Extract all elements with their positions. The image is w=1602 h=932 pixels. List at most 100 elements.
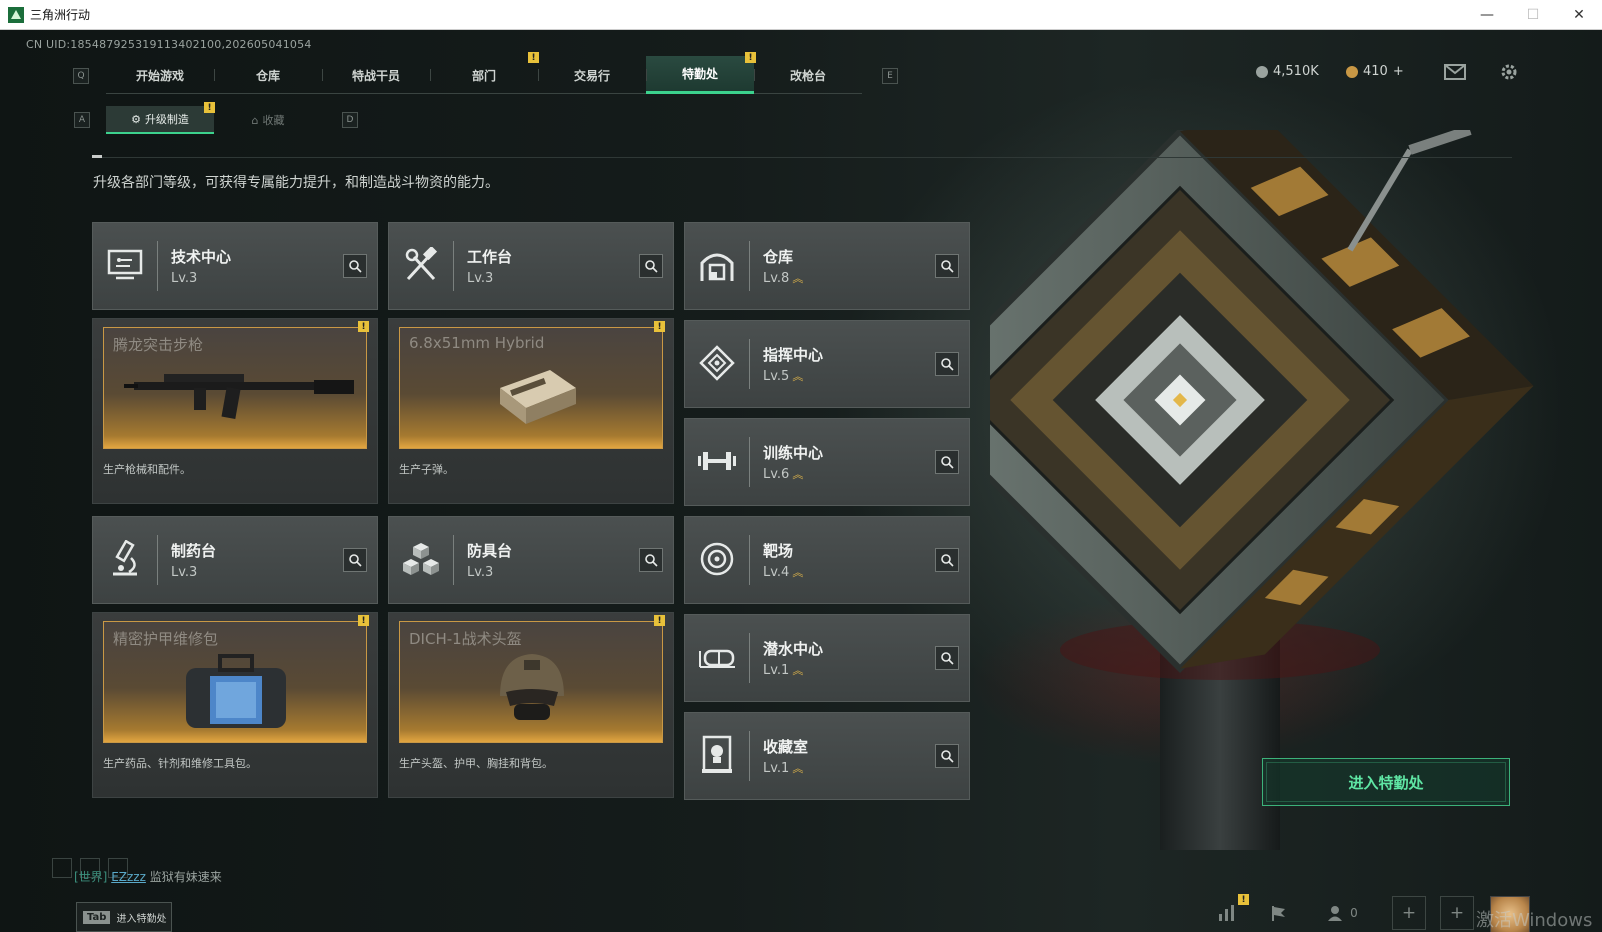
product-card-armor-bench[interactable]: DICH-1战术头盔 ! 生产头盔、护甲、胸挂和背包。 <box>388 612 674 798</box>
player-uid: CN UID:1854879253191134021​00,2026050410… <box>26 38 312 51</box>
tab-hint-button[interactable]: Tab 进入特勤处 <box>76 902 172 932</box>
warehouse-icon <box>697 245 737 285</box>
facility-card-tech-center[interactable]: 技术中心 Lv.3 <box>92 222 378 310</box>
product-art-rifle: 腾龙突击步枪 <box>103 327 367 449</box>
add-slot-1-icon[interactable]: + <box>1392 896 1426 930</box>
tickets-value: 410 <box>1363 64 1388 79</box>
facility-level: Lv.3 <box>171 271 197 286</box>
subtab-collection[interactable]: ⌂ 收藏 <box>214 106 322 134</box>
nav-prev-key: Q <box>73 68 89 84</box>
facility-card-shooting-range[interactable]: 靶场 Lv.4 ︽ <box>684 516 970 604</box>
facility-card-command-center[interactable]: 指挥中心 Lv.5 ︽ <box>684 320 970 408</box>
facility-level: Lv.3 <box>467 271 493 286</box>
search-icon <box>941 652 954 665</box>
product-description: 生产枪械和配件。 <box>103 463 191 476</box>
tab-trading[interactable]: 交易行 <box>538 56 646 94</box>
facility-level: Lv.1 ︽ <box>763 761 803 776</box>
facility-level-value: Lv.6 <box>763 467 790 482</box>
tab-start-game[interactable]: 开始游戏 <box>106 56 214 94</box>
facility-level-value: Lv.5 <box>763 369 790 384</box>
computer-icon <box>105 245 145 285</box>
header-divider <box>92 157 1512 158</box>
product-notice-icon: ! <box>358 321 369 332</box>
tab-hint-label: 进入特勤处 <box>116 913 167 925</box>
search-icon <box>645 554 658 567</box>
upgrade-arrow-icon: ︽ <box>792 761 804 775</box>
add-tickets-button[interactable]: + <box>1393 64 1404 79</box>
facility-level-value: Lv.8 <box>763 271 790 286</box>
facility-card-diving-center[interactable]: 潜水中心 Lv.1 ︽ <box>684 614 970 702</box>
facility-level-value: Lv.3 <box>467 271 494 286</box>
facility-card-pharmacy[interactable]: 制药台 Lv.3 <box>92 516 378 604</box>
facility-name: 潜水中心 <box>763 640 824 658</box>
friends-indicator[interactable]: 0 <box>1318 896 1368 930</box>
settings-gear-icon[interactable] <box>1498 62 1520 82</box>
close-button[interactable]: ✕ <box>1556 0 1602 30</box>
product-notice-icon: ! <box>654 321 665 332</box>
minimize-button[interactable]: — <box>1464 0 1510 30</box>
inspect-search-button[interactable] <box>343 548 367 572</box>
facility-name: 防具台 <box>467 542 513 560</box>
facility-name: 工作台 <box>467 248 513 266</box>
inspect-search-button[interactable] <box>935 450 959 474</box>
enter-special-ops-button[interactable]: 进入特勤处 <box>1262 758 1510 806</box>
card-separator <box>749 339 750 389</box>
nav-next-key: E <box>882 68 898 84</box>
inspect-search-button[interactable] <box>935 548 959 572</box>
facility-level-value: Lv.1 <box>763 663 790 678</box>
product-card-workbench[interactable]: 6.8x51mm Hybrid ! 生产子弹。 <box>388 318 674 504</box>
chat-user[interactable]: EZzzz <box>111 870 146 884</box>
upgrade-arrow-icon: ︽ <box>792 663 804 677</box>
tab-special-ops[interactable]: 特勤处 <box>646 56 754 94</box>
inspect-search-button[interactable] <box>639 548 663 572</box>
product-card-tech-center[interactable]: 腾龙突击步枪 ! 生产枪械和配件。 <box>92 318 378 504</box>
product-art-repair-kit: 精密护甲维修包 <box>103 621 367 743</box>
command-center-icon <box>697 343 737 383</box>
upgrade-arrow-icon: ︽ <box>792 467 804 481</box>
facility-level-value: Lv.4 <box>763 565 790 580</box>
collection-icon: ⌂ <box>251 113 259 127</box>
inspect-search-button[interactable] <box>935 646 959 670</box>
chat-text: 监狱有妹速来 <box>149 870 222 884</box>
facility-card-warehouse[interactable]: 仓库 Lv.8 ︽ <box>684 222 970 310</box>
facility-level-value: Lv.1 <box>763 761 790 776</box>
inspect-search-button[interactable] <box>935 352 959 376</box>
inspect-search-button[interactable] <box>935 744 959 768</box>
upgrade-notice-icon: ! <box>204 102 215 113</box>
mail-icon[interactable] <box>1444 62 1466 82</box>
inspect-search-button[interactable] <box>935 254 959 278</box>
product-name: 6.8x51mm Hybrid <box>409 334 545 352</box>
tab-gunsmith[interactable]: 改枪台 <box>754 56 862 94</box>
facility-name: 技术中心 <box>171 248 232 266</box>
tickets-balance[interactable]: 410 + <box>1346 64 1404 79</box>
microscope-icon <box>105 539 145 579</box>
flag-icon[interactable] <box>1262 896 1296 930</box>
product-card-pharmacy[interactable]: 精密护甲维修包 ! 生产药品、针剂和维修工具包。 <box>92 612 378 798</box>
chat-expand-icon[interactable] <box>52 858 72 878</box>
card-separator <box>453 535 454 585</box>
inspect-search-button[interactable] <box>639 254 663 278</box>
facility-card-collection-room[interactable]: 收藏室 Lv.1 ︽ <box>684 712 970 800</box>
facility-card-training-center[interactable]: 训练中心 Lv.6 ︽ <box>684 418 970 506</box>
tab-department[interactable]: 部门 <box>430 56 538 94</box>
facility-card-armor-bench[interactable]: 防具台 Lv.3 <box>388 516 674 604</box>
card-separator <box>749 535 750 585</box>
subtab-upgrade-craft[interactable]: ⚙ 升级制造 <box>106 106 214 134</box>
search-icon <box>941 358 954 371</box>
card-separator <box>453 241 454 291</box>
chat-channel: [世界] <box>74 870 108 884</box>
tab-warehouse[interactable]: 仓库 <box>214 56 322 94</box>
maximize-button[interactable]: ☐ <box>1510 0 1556 30</box>
header-divider-accent <box>92 155 102 158</box>
wrench-icon: ⚙ <box>131 112 141 126</box>
tab-operators[interactable]: 特战干员 <box>322 56 430 94</box>
facility-name: 制药台 <box>171 542 217 560</box>
add-slot-2-icon[interactable]: + <box>1440 896 1474 930</box>
cubes-icon <box>401 539 441 579</box>
window-title: 三角洲行动 <box>30 8 91 22</box>
diving-mask-icon <box>697 637 737 677</box>
subtab-upgrade-craft-label: 升级制造 <box>144 113 189 126</box>
facility-card-workbench[interactable]: 工作台 Lv.3 <box>388 222 674 310</box>
coins-balance: 4,510K <box>1256 64 1319 79</box>
inspect-search-button[interactable] <box>343 254 367 278</box>
